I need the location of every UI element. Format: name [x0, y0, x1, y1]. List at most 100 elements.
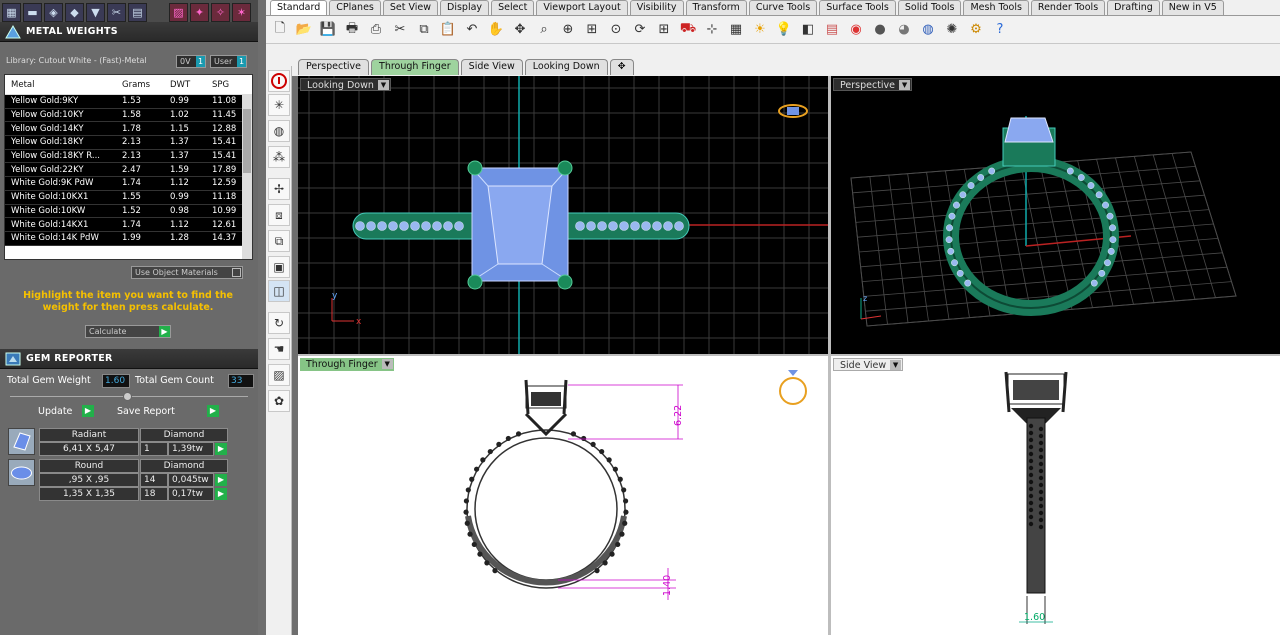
blue-sphere-icon[interactable]: ◍ [918, 20, 938, 40]
gem-select-icon[interactable]: ▶ [215, 474, 227, 486]
table-row[interactable]: Yellow Gold:18KY R... 2.13 1.37 15.41 [5, 149, 252, 164]
viewport-menu-arrow[interactable]: ▼ [377, 80, 389, 90]
copy-icon[interactable]: ⧉ [414, 20, 434, 40]
box-front-icon[interactable]: ⧉ [268, 230, 290, 252]
viewport-splitter-horizontal[interactable] [298, 354, 1280, 356]
gem-icon[interactable]: ◆ [65, 3, 84, 22]
zoom-extents-icon[interactable]: ⊕ [558, 20, 578, 40]
properties-icon[interactable]: ▤ [822, 20, 842, 40]
toolbar-tab-set-view[interactable]: Set View [382, 0, 439, 15]
table-row[interactable]: Yellow Gold:9KY 1.53 0.99 11.08 [5, 95, 252, 109]
viewport-title-through-finger[interactable]: Through Finger ▼ [300, 358, 394, 371]
undo-icon[interactable]: ↶ [462, 20, 482, 40]
toolbar-tab-cplanes[interactable]: CPlanes [329, 0, 381, 15]
hand-icon[interactable]: ☚ [268, 338, 290, 360]
toolbar-tab-transform[interactable]: Transform [685, 0, 747, 15]
table-row[interactable]: Yellow Gold:18KY 2.13 1.37 15.41 [5, 136, 252, 150]
viewport-looking-down[interactable]: y x Looking Down ▼ [298, 76, 828, 354]
toolbar-tab-standard[interactable]: Standard [270, 0, 328, 15]
toolbar-tab-viewport-layout[interactable]: Viewport Layout [536, 0, 628, 15]
viewport-menu-arrow[interactable]: ▼ [899, 80, 911, 90]
gumball-icon[interactable]: ✢ [268, 178, 290, 200]
save-report-play-icon[interactable]: ▶ [207, 405, 219, 417]
gem-select-icon[interactable]: ▶ [215, 443, 227, 455]
gear-icon[interactable]: ⚙ [966, 20, 986, 40]
four-viewports-icon[interactable]: ⊞ [654, 20, 674, 40]
play-icon[interactable]: ▶ [159, 326, 170, 337]
axes-icon[interactable]: ✳ [268, 94, 290, 116]
viewport-menu-arrow[interactable]: ▼ [381, 359, 393, 369]
viewport-menu-arrow[interactable]: ▼ [890, 360, 902, 370]
table-row[interactable]: White Gold:9K PdW 1.74 1.12 12.59 [5, 177, 252, 191]
sun-icon[interactable]: ☀ [750, 20, 770, 40]
minimize-icon[interactable]: ▬ [23, 3, 42, 22]
column-header-grams[interactable]: Grams [118, 80, 166, 90]
zoom-dynamic-icon[interactable]: ⌕ [534, 20, 554, 40]
toolbar-tab-display[interactable]: Display [440, 0, 490, 15]
light-icon[interactable]: ✺ [942, 20, 962, 40]
cube-icon[interactable]: ◈ [44, 3, 63, 22]
zoom-selected-icon[interactable]: ⊙ [606, 20, 626, 40]
column-header-spg[interactable]: SPG [208, 80, 242, 90]
scrollbar-thumb[interactable] [243, 109, 251, 173]
pan-hand-icon[interactable]: ✋ [486, 20, 506, 40]
texture-icon[interactable]: ▨ [169, 3, 188, 22]
viewport-title-side-view[interactable]: Side View ▼ [833, 358, 904, 371]
rotate-view-icon[interactable]: ⟳ [630, 20, 650, 40]
save-icon[interactable]: 💾 [318, 20, 338, 40]
wand-icon[interactable]: ✧ [211, 3, 230, 22]
flower-icon[interactable]: ✿ [268, 390, 290, 412]
record-icon[interactable] [268, 70, 290, 92]
box-side-icon[interactable]: ▣ [268, 256, 290, 278]
table-row[interactable]: Yellow Gold:14KY 1.78 1.15 12.88 [5, 122, 252, 137]
calculator-icon[interactable]: ▤ [128, 3, 147, 22]
star-icon[interactable]: ✶ [232, 3, 251, 22]
table-row[interactable]: White Gold:10KX1 1.55 0.99 11.18 [5, 190, 252, 205]
user-selector[interactable]: User 1 [210, 55, 247, 68]
pattern-icon[interactable]: ✦ [190, 3, 209, 22]
frame-icon[interactable]: ▨ [268, 364, 290, 386]
import-icon[interactable]: ⎙ [366, 20, 386, 40]
paste-icon[interactable]: 📋 [438, 20, 458, 40]
checkbox-box[interactable] [232, 268, 241, 277]
cut-icon[interactable]: ✂ [390, 20, 410, 40]
grid-icon[interactable]: ▦ [2, 3, 21, 22]
update-play-icon[interactable]: ▶ [82, 405, 94, 417]
viewport-side-view[interactable]: 1.60 Side View ▼ [831, 356, 1280, 635]
table-row[interactable]: White Gold:14KX1 1.74 1.12 12.61 [5, 218, 252, 232]
filter-icon[interactable]: ▼ [86, 3, 105, 22]
box-perspective-icon[interactable]: ◫ [268, 280, 290, 302]
view-tab-looking-down[interactable]: Looking Down [524, 59, 608, 75]
sphere-icon[interactable]: ● [870, 20, 890, 40]
grid-icon[interactable]: ▦ [726, 20, 746, 40]
viewport-title-looking-down[interactable]: Looking Down ▼ [300, 78, 391, 91]
toolbar-tab-drafting[interactable]: Drafting [1107, 0, 1160, 15]
toolbar-tab-surface-tools[interactable]: Surface Tools [819, 0, 896, 15]
view-tab-through-finger[interactable]: Through Finger [371, 59, 459, 75]
toolbar-tab-select[interactable]: Select [491, 0, 535, 15]
rotate-icon[interactable]: ↻ [268, 312, 290, 334]
table-row[interactable]: Yellow Gold:10KY 1.58 1.02 11.45 [5, 108, 252, 123]
toolbar-tab-visibility[interactable]: Visibility [629, 0, 684, 15]
view-tab-side-view[interactable]: Side View [460, 59, 523, 75]
column-header-metal[interactable]: Metal [5, 80, 118, 90]
gem-select-icon[interactable]: ▶ [215, 488, 227, 500]
render-sphere-icon[interactable]: ◕ [894, 20, 914, 40]
toolbar-tab-render-tools[interactable]: Render Tools [1030, 0, 1106, 15]
toolbar-tab-new-in-v5[interactable]: New in V5 [1161, 0, 1224, 15]
snap-icon[interactable]: ⊹ [702, 20, 722, 40]
table-scrollbar[interactable] [242, 95, 252, 259]
update-button[interactable]: Update [38, 406, 72, 417]
color-wheel-icon[interactable]: ◉ [846, 20, 866, 40]
ov-selector[interactable]: 0V 1 [176, 55, 206, 68]
zoom-window-icon[interactable]: ⊞ [582, 20, 602, 40]
print-icon[interactable]: 🖶 [342, 20, 362, 40]
car-icon[interactable]: ⛟ [678, 20, 698, 40]
save-report-button[interactable]: Save Report [117, 406, 175, 417]
viewport-title-perspective[interactable]: Perspective ▼ [833, 78, 913, 91]
box-top-icon[interactable]: ⧈ [268, 204, 290, 226]
move-icon[interactable]: ✥ [510, 20, 530, 40]
view-tab-perspective[interactable]: Perspective [298, 59, 370, 75]
table-row[interactable]: White Gold:14K PdW 1.99 1.28 14.37 [5, 231, 252, 246]
help-icon[interactable]: ? [990, 20, 1010, 40]
